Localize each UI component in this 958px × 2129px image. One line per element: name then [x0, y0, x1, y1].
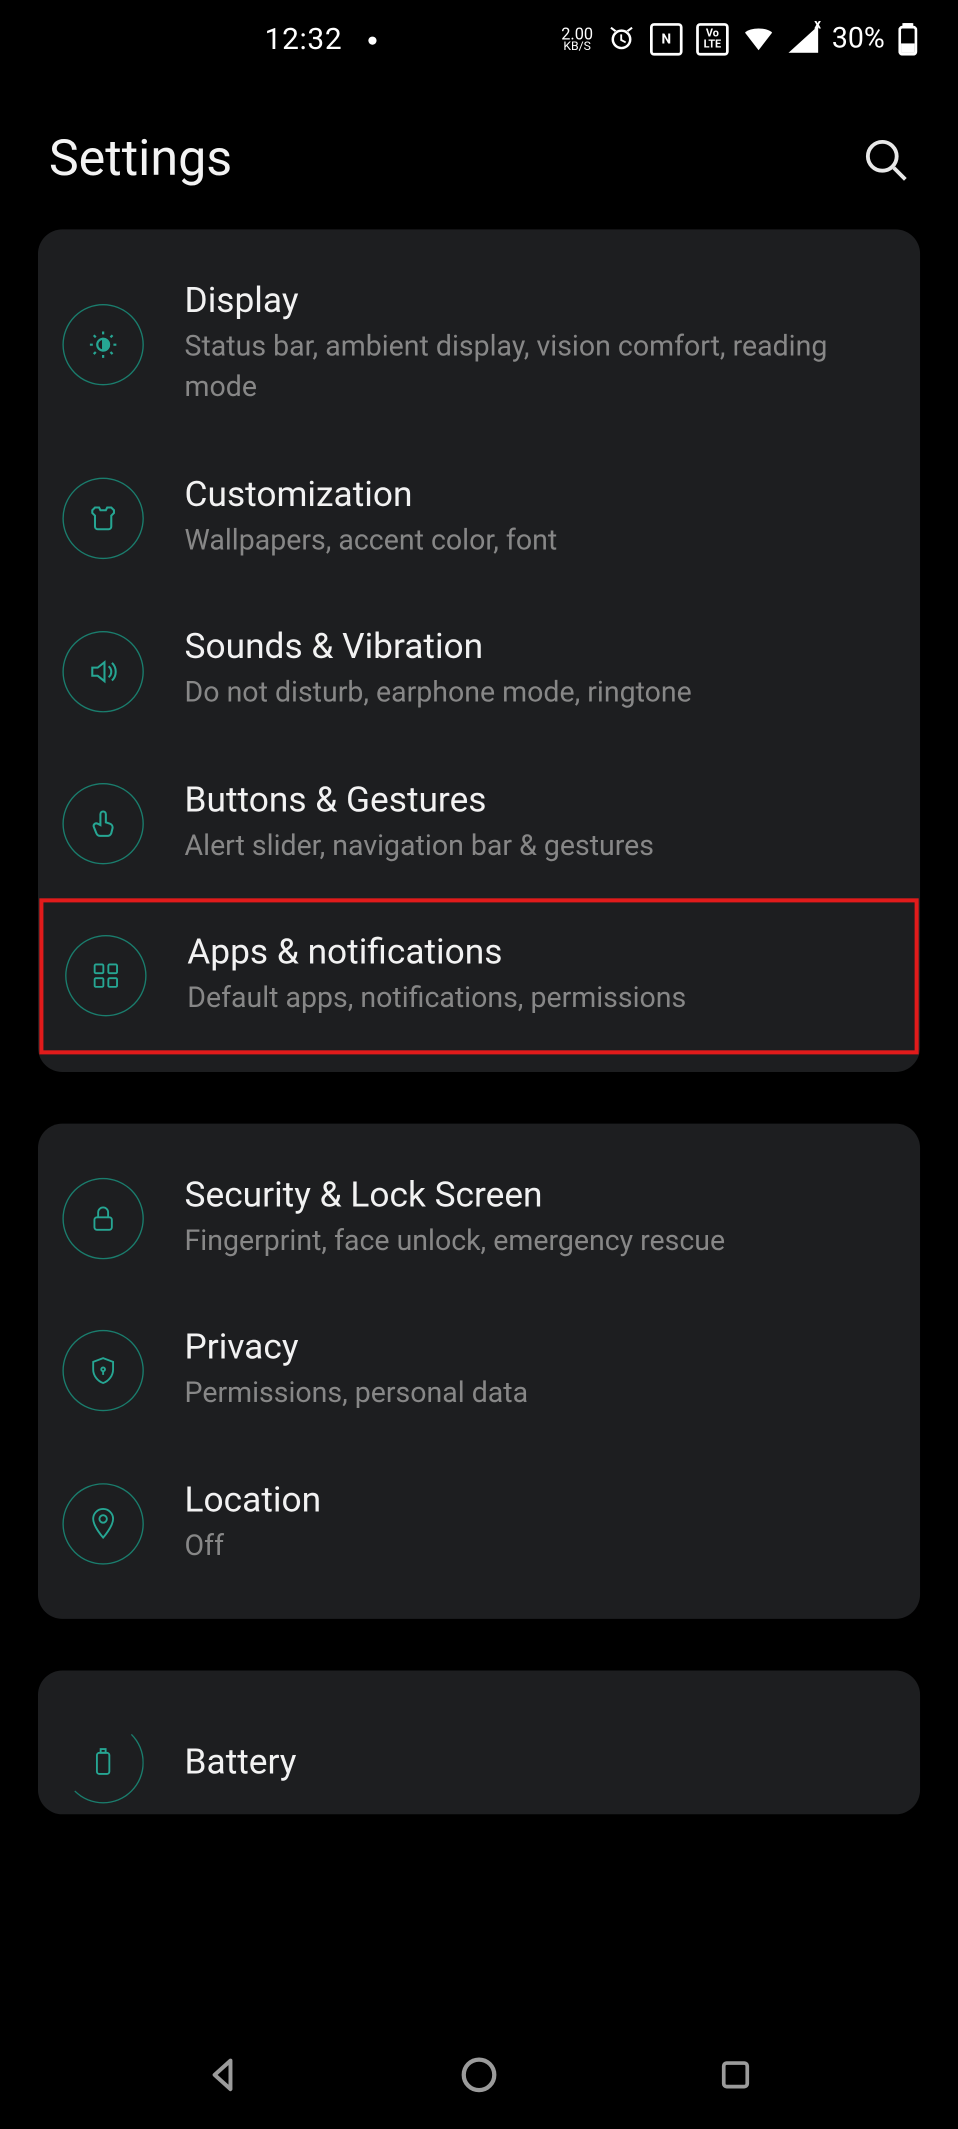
sound-icon [62, 630, 143, 711]
settings-group: Display Status bar, ambient display, vis… [38, 229, 920, 1071]
settings-item-apps-notifications[interactable]: Apps & notifications Default apps, notif… [41, 900, 918, 1053]
battery-icon [898, 23, 917, 56]
page-title: Settings [49, 130, 232, 188]
lock-icon [62, 1178, 143, 1259]
cellular-signal-icon: x [788, 26, 818, 53]
battery-percentage: 30% [832, 23, 885, 56]
item-title: Battery [185, 1742, 891, 1783]
settings-item-location[interactable]: Location Off [38, 1447, 920, 1600]
item-subtitle: Alert slider, navigation bar & gestures [185, 826, 891, 867]
network-speed: 2.00 KB/S [561, 25, 593, 53]
settings-item-sounds[interactable]: Sounds & Vibration Do not disturb, earph… [38, 595, 920, 748]
item-title: Customization [185, 475, 891, 516]
battery-settings-icon [62, 1722, 143, 1803]
page-header: Settings [0, 79, 958, 230]
item-title: Security & Lock Screen [185, 1175, 891, 1216]
item-title: Sounds & Vibration [185, 627, 891, 668]
settings-item-customization[interactable]: Customization Wallpapers, accent color, … [38, 442, 920, 595]
item-title: Location [185, 1480, 891, 1521]
nfc-icon: N [650, 23, 683, 56]
wifi-icon [742, 26, 775, 53]
settings-list: Display Status bar, ambient display, vis… [0, 229, 958, 1814]
nav-back-button[interactable] [199, 2050, 248, 2099]
apps-icon [65, 936, 146, 1017]
settings-item-privacy[interactable]: Privacy Permissions, personal data [38, 1295, 920, 1448]
item-title: Apps & notifications [187, 933, 887, 974]
settings-group: Security & Lock Screen Fingerprint, face… [38, 1123, 920, 1619]
nav-home-button[interactable] [455, 2050, 504, 2099]
settings-item-buttons-gestures[interactable]: Buttons & Gestures Alert slider, navigat… [38, 747, 920, 900]
location-pin-icon [62, 1483, 143, 1564]
item-subtitle: Wallpapers, accent color, font [185, 521, 891, 562]
alarm-icon [607, 24, 637, 54]
item-title: Privacy [185, 1327, 891, 1368]
item-title: Display [185, 281, 891, 322]
item-subtitle: Default apps, notifications, permissions [187, 979, 887, 1020]
item-title: Buttons & Gestures [185, 780, 891, 821]
display-icon [62, 305, 143, 386]
item-subtitle: Permissions, personal data [185, 1373, 891, 1414]
settings-item-battery[interactable]: Battery [38, 1689, 920, 1814]
shield-icon [62, 1330, 143, 1411]
item-subtitle: Do not disturb, earphone mode, ringtone [185, 673, 891, 714]
navigation-bar [0, 2021, 958, 2129]
volte-icon: Vo LTE [696, 23, 729, 56]
status-time: 12:32 [265, 22, 343, 56]
gesture-icon [62, 783, 143, 864]
customization-icon [62, 478, 143, 559]
item-subtitle: Status bar, ambient display, vision comf… [185, 327, 891, 410]
notification-dot-icon: ● [367, 28, 378, 51]
nav-recents-button[interactable] [711, 2050, 760, 2099]
settings-item-display[interactable]: Display Status bar, ambient display, vis… [38, 248, 920, 442]
item-subtitle: Off [185, 1526, 891, 1567]
settings-group: Battery [38, 1670, 920, 1814]
search-icon[interactable] [863, 136, 909, 182]
settings-item-security[interactable]: Security & Lock Screen Fingerprint, face… [38, 1142, 920, 1295]
item-subtitle: Fingerprint, face unlock, emergency resc… [185, 1221, 891, 1262]
status-bar: 12:32 ● 2.00 KB/S N Vo LTE x 30% [0, 0, 958, 79]
